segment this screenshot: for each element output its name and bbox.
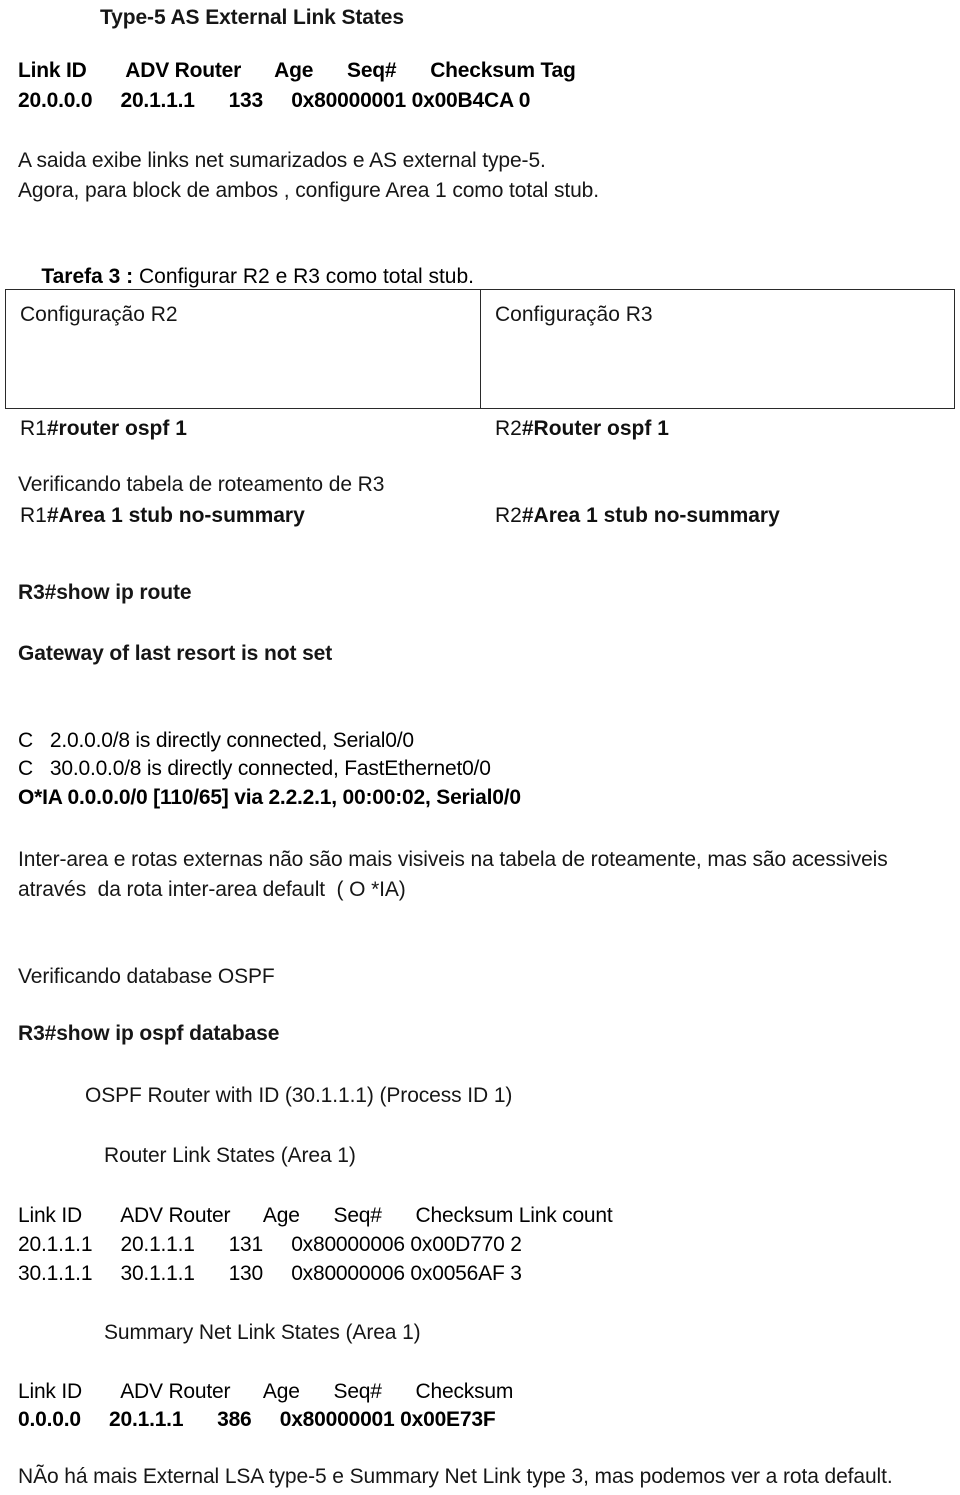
config-r3-line-2: R2#Area 1 stub no-summary (495, 501, 954, 530)
router-link-states-row-1: 20.1.1.1 20.1.1.1 131 0x80000006 0x00D77… (18, 1233, 522, 1256)
intro-line-2: Agora, para block de ambos , configure A… (18, 179, 599, 202)
task-3-label: Tarefa 3 : (41, 265, 134, 288)
config-r2-prompt-1: R1 (20, 417, 47, 440)
ospf-router-id-line: OSPF Router with ID (30.1.1.1) (Process … (85, 1084, 513, 1107)
config-cell-r2: Configuração R2 R1#router ospf 1 R1#Area… (6, 290, 481, 527)
gateway-of-last-resort: Gateway of last resort is not set (18, 642, 333, 665)
config-r3-title: Configuração R3 (495, 303, 653, 326)
config-r2-title: Configuração R2 (20, 303, 178, 326)
config-r2-line-2: R1#Area 1 stub no-summary (20, 501, 480, 530)
route-show-command: R3#show ip route (18, 581, 192, 604)
configuration-table: Configuração R2 R1#router ospf 1 R1#Area… (5, 289, 955, 527)
route-default-inter-area: O*IA 0.0.0.0/0 [110/65] via 2.2.2.1, 00:… (18, 786, 521, 809)
config-r3-line-1: R2#Router ospf 1 (495, 414, 954, 443)
router-link-states-header: Link ID ADV Router Age Seq# Checksum Lin… (18, 1204, 613, 1227)
config-r3-prompt-2: R2 (495, 504, 522, 527)
config-cell-r3: Configuração R3 R2#Router ospf 1 R2#Area… (481, 290, 954, 527)
database-conclusion: NÃo há mais External LSA type-5 e Summar… (18, 1465, 893, 1488)
config-r3-command-1: #Router ospf 1 (521, 417, 669, 440)
task-3-text: Configurar R2 e R3 como total stub. (133, 265, 475, 288)
database-show-command: R3#show ip ospf database (18, 1022, 280, 1045)
summary-net-link-states-title: Summary Net Link States (Area 1) (104, 1321, 421, 1344)
config-r2-line-1: R1#router ospf 1 (20, 414, 480, 443)
config-r3-prompt-1: R2 (495, 417, 522, 440)
type5-table-header: Link ID ADV Router Age Seq# Checksum Tag (18, 59, 576, 82)
config-r3-command-2: #Area 1 stub no-summary (521, 504, 780, 527)
route-section-heading: Verificando tabela de roteamento de R3 (18, 473, 385, 496)
database-section-heading: Verificando database OSPF (18, 965, 275, 988)
config-r3-commands: R2#Router ospf 1 R2#Area 1 stub no-summa… (495, 356, 954, 588)
summary-net-link-states-header: Link ID ADV Router Age Seq# Checksum (18, 1380, 514, 1403)
type5-table-row: 20.0.0.0 20.1.1.1 133 0x80000001 0x00B4C… (18, 89, 531, 112)
route-connected-fastethernet: C 30.0.0.0/8 is directly connected, Fast… (18, 757, 491, 780)
router-link-states-row-2: 30.1.1.1 30.1.1.1 130 0x80000006 0x0056A… (18, 1262, 522, 1285)
route-connected-serial: C 2.0.0.0/8 is directly connected, Seria… (18, 729, 414, 752)
config-r2-command-1: #router ospf 1 (46, 417, 187, 440)
route-note-line-2: através da rota inter-area default ( O *… (18, 878, 406, 901)
document-page: Type-5 AS External Link States Link ID A… (0, 0, 960, 1495)
route-note-line-1: Inter-area e rotas externas não são mais… (18, 848, 888, 871)
router-link-states-title: Router Link States (Area 1) (104, 1144, 356, 1167)
summary-net-link-states-row-1: 0.0.0.0 20.1.1.1 386 0x80000001 0x00E73F (18, 1408, 496, 1431)
config-r2-prompt-2: R1 (20, 504, 47, 527)
intro-line-1: A saida exibe links net sumarizados e AS… (18, 149, 546, 172)
type5-section-title: Type-5 AS External Link States (100, 6, 404, 29)
config-r2-command-2: #Area 1 stub no-summary (46, 504, 305, 527)
